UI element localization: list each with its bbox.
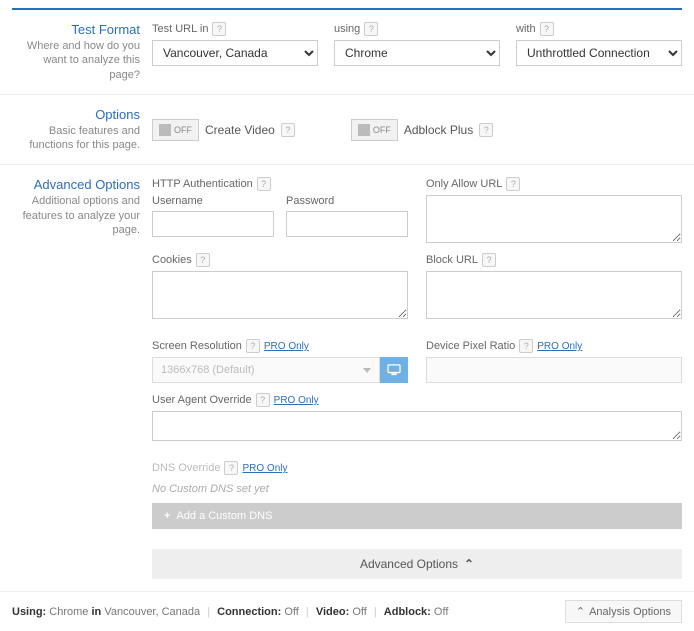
only-allow-input[interactable] bbox=[426, 195, 682, 243]
dns-label: DNS Override bbox=[152, 462, 220, 474]
advanced-options-toggle[interactable]: Advanced Options ⌃ bbox=[152, 549, 682, 579]
add-dns-button[interactable]: + Add a Custom DNS bbox=[152, 503, 682, 529]
help-icon[interactable]: ? bbox=[212, 22, 226, 36]
help-icon[interactable]: ? bbox=[256, 393, 270, 407]
uao-label: User Agent Override bbox=[152, 394, 252, 406]
advanced-desc: Additional options and features to analy… bbox=[12, 194, 140, 237]
help-icon[interactable]: ? bbox=[482, 253, 496, 267]
using-label: using bbox=[334, 23, 360, 35]
chevron-up-icon: ⌃ bbox=[576, 605, 585, 618]
help-icon[interactable]: ? bbox=[506, 177, 520, 191]
help-icon[interactable]: ? bbox=[246, 339, 260, 353]
cookies-label: Cookies bbox=[152, 254, 192, 266]
pro-link[interactable]: PRO Only bbox=[242, 463, 287, 474]
advanced-title: Advanced Options bbox=[12, 177, 140, 192]
help-icon[interactable]: ? bbox=[364, 22, 378, 36]
block-url-input[interactable] bbox=[426, 271, 682, 319]
screen-res-button[interactable] bbox=[380, 357, 408, 383]
test-format-desc: Where and how do you want to analyze thi… bbox=[12, 39, 140, 82]
cookies-input[interactable] bbox=[152, 271, 408, 319]
test-url-label: Test URL in bbox=[152, 23, 208, 35]
help-icon[interactable]: ? bbox=[540, 22, 554, 36]
dpr-input bbox=[426, 357, 682, 383]
location-select[interactable]: Vancouver, Canada bbox=[152, 40, 318, 66]
help-icon[interactable]: ? bbox=[281, 123, 295, 137]
adblock-toggle[interactable]: OFF bbox=[351, 119, 398, 141]
options-desc: Basic features and functions for this pa… bbox=[12, 124, 140, 153]
footer-bar: Using: Chrome in Vancouver, Canada | Con… bbox=[0, 591, 694, 631]
chevron-up-icon: ⌃ bbox=[464, 557, 474, 571]
password-input[interactable] bbox=[286, 211, 408, 237]
username-label: Username bbox=[152, 195, 274, 207]
username-input[interactable] bbox=[152, 211, 274, 237]
advanced-section: Advanced Options Additional options and … bbox=[0, 165, 694, 541]
help-icon[interactable]: ? bbox=[519, 339, 533, 353]
dns-empty-msg: No Custom DNS set yet bbox=[152, 483, 682, 495]
screen-res-label: Screen Resolution bbox=[152, 340, 242, 352]
options-section: Options Basic features and functions for… bbox=[0, 95, 694, 166]
chevron-down-icon bbox=[363, 368, 371, 373]
with-label: with bbox=[516, 23, 536, 35]
block-url-label: Block URL bbox=[426, 254, 478, 266]
password-label: Password bbox=[286, 195, 408, 207]
pro-link[interactable]: PRO Only bbox=[264, 341, 309, 352]
create-video-toggle[interactable]: OFF bbox=[152, 119, 199, 141]
pro-link[interactable]: PRO Only bbox=[274, 395, 319, 406]
options-title: Options bbox=[12, 107, 140, 122]
browser-select[interactable]: Chrome bbox=[334, 40, 500, 66]
connection-select[interactable]: Unthrottled Connection bbox=[516, 40, 682, 66]
monitor-icon bbox=[387, 364, 401, 376]
test-format-title: Test Format bbox=[12, 22, 140, 37]
dpr-label: Device Pixel Ratio bbox=[426, 340, 515, 352]
plus-icon: + bbox=[164, 510, 170, 522]
only-allow-label: Only Allow URL bbox=[426, 178, 502, 190]
adblock-label: Adblock Plus bbox=[404, 123, 473, 137]
help-icon[interactable]: ? bbox=[479, 123, 493, 137]
footer-summary: Using: Chrome in Vancouver, Canada | Con… bbox=[12, 606, 448, 618]
analysis-options-button[interactable]: ⌃ Analysis Options bbox=[565, 600, 682, 623]
help-icon[interactable]: ? bbox=[196, 253, 210, 267]
screen-res-select: 1366x768 (Default) bbox=[152, 357, 380, 383]
uao-input[interactable] bbox=[152, 411, 682, 441]
create-video-label: Create Video bbox=[205, 123, 275, 137]
pro-link[interactable]: PRO Only bbox=[537, 341, 582, 352]
test-format-section: Test Format Where and how do you want to… bbox=[0, 10, 694, 95]
http-auth-label: HTTP Authentication bbox=[152, 178, 253, 190]
help-icon[interactable]: ? bbox=[257, 177, 271, 191]
help-icon[interactable]: ? bbox=[224, 461, 238, 475]
